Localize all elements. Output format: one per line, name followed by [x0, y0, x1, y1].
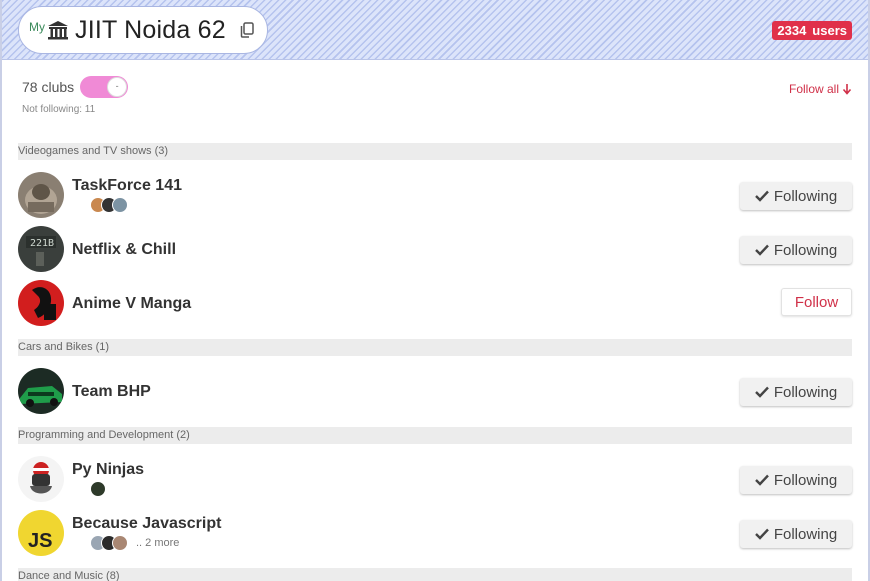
clubs-summary: 78 clubs -	[22, 76, 129, 98]
following-button[interactable]: Following	[740, 378, 852, 406]
following-toggle[interactable]: -	[80, 76, 129, 98]
section-header-videogames: Videogames and TV shows (3)	[18, 143, 852, 160]
institution-icon	[48, 21, 68, 40]
follow-all-label: Follow all	[788, 82, 839, 96]
more-members-text: .. 2 more	[136, 537, 180, 549]
member-avatar	[90, 481, 106, 497]
clubs-count: 78 clubs	[22, 79, 75, 95]
club-name: Py Ninjas	[72, 461, 145, 478]
club-row-pyninjas[interactable]: Py Ninjas Following	[18, 454, 852, 504]
check-icon	[754, 244, 769, 256]
club-name: Because Javascript	[72, 515, 222, 532]
member-avatars: .. 2 more	[90, 535, 179, 551]
club-name: Netflix & Chill	[72, 241, 177, 258]
club-avatar-teambhp	[18, 368, 64, 414]
member-avatars	[90, 197, 128, 213]
following-label: Following	[773, 383, 838, 401]
following-label: Following	[773, 471, 838, 489]
club-row-teambhp[interactable]: Team BHP Following	[18, 366, 852, 416]
member-avatars	[90, 481, 106, 497]
college-title-pill: My JIIT Noida 62	[18, 6, 268, 54]
users-count: 2334	[777, 23, 807, 38]
users-count-badge: 2334 users	[772, 21, 852, 40]
club-avatar-pyninjas	[18, 456, 64, 502]
club-row-netflix[interactable]: 221B Netflix & Chill Following	[18, 224, 852, 274]
following-label: Following	[773, 187, 838, 205]
club-row-javascript[interactable]: JS Because Javascript .. 2 more Followin…	[18, 508, 852, 558]
section-header-cars: Cars and Bikes (1)	[18, 339, 852, 356]
section-header-dance: Dance and Music (8)	[18, 568, 852, 581]
club-name: Team BHP	[72, 383, 151, 400]
users-label: users	[812, 23, 847, 38]
check-icon	[754, 190, 769, 202]
check-icon	[754, 386, 769, 398]
not-following-count: Not following: 11	[22, 104, 96, 115]
club-row-anime[interactable]: Anime V Manga Follow	[18, 278, 852, 328]
check-icon	[754, 528, 769, 540]
copy-icon[interactable]	[240, 22, 254, 38]
club-name: TaskForce 141	[72, 177, 182, 194]
my-label: My	[29, 20, 45, 34]
following-button[interactable]: Following	[740, 182, 852, 210]
club-avatar-netflix: 221B	[18, 226, 64, 272]
club-avatar-taskforce	[18, 172, 64, 218]
member-avatar	[112, 197, 128, 213]
member-avatar	[112, 535, 128, 551]
svg-text:JS: JS	[28, 530, 52, 552]
toggle-knob: -	[107, 77, 128, 97]
section-header-programming: Programming and Development (2)	[18, 427, 852, 444]
club-avatar-javascript: JS	[18, 510, 64, 556]
header-bar: My JIIT Noida 62 2334 users	[2, 0, 868, 60]
club-row-taskforce[interactable]: TaskForce 141 Following	[18, 170, 852, 220]
following-button[interactable]: Following	[740, 520, 852, 548]
follow-button[interactable]: Follow	[781, 288, 852, 316]
club-avatar-anime	[18, 280, 64, 326]
svg-text:221B: 221B	[30, 238, 54, 249]
following-button[interactable]: Following	[740, 236, 852, 264]
following-label: Following	[773, 525, 838, 543]
follow-label: Follow	[794, 293, 839, 311]
page-title: JIIT Noida 62	[75, 15, 226, 44]
follow-all-link[interactable]: Follow all	[789, 82, 852, 96]
club-name: Anime V Manga	[72, 295, 192, 312]
check-icon	[754, 474, 769, 486]
following-button[interactable]: Following	[740, 466, 852, 494]
following-label: Following	[773, 241, 838, 259]
arrow-down-icon	[842, 84, 852, 95]
